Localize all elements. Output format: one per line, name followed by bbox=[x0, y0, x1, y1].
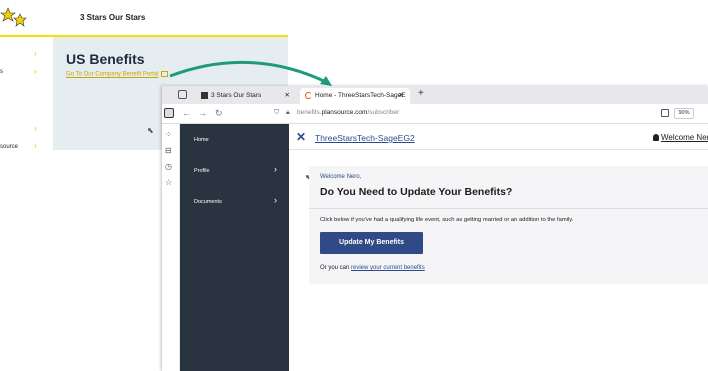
chevron-right-icon: › bbox=[34, 124, 37, 133]
browser-sidebar-strip: ⁘ ⊟ ◷ ☆ bbox=[162, 124, 180, 371]
reader-view-icon[interactable] bbox=[661, 109, 669, 117]
site-favicon-icon bbox=[201, 91, 208, 99]
close-icon[interactable]: ✕ bbox=[285, 88, 290, 104]
close-icon[interactable]: ✕ bbox=[399, 88, 404, 104]
nav-item-documents[interactable]: Documents bbox=[194, 199, 222, 205]
bookmarks-icon[interactable]: ⊟ bbox=[165, 146, 172, 155]
browser-window: 3 Stars Our Stars ✕ Home - ThreeStarsTec… bbox=[162, 86, 708, 371]
user-name: Welcome Nero bbox=[661, 133, 708, 142]
bg-site-title: 3 Stars Our Stars bbox=[80, 13, 146, 22]
url-prefix: benefits. bbox=[297, 109, 322, 116]
card-title: Do You Need to Update Your Benefits? bbox=[320, 186, 513, 198]
main-content: ✕ ThreeStarsTech-SageEG2 Welcome Nero ⬉ … bbox=[289, 124, 708, 371]
review-line: Or you can review your current benefits bbox=[320, 265, 425, 271]
tab-home-plansource[interactable]: Home - ThreeStarsTech-SageE ✕ bbox=[300, 88, 410, 104]
chevron-right-icon: › bbox=[34, 49, 37, 58]
tab-bar: 3 Stars Our Stars ✕ Home - ThreeStarsTec… bbox=[162, 86, 708, 104]
history-icon[interactable]: ◷ bbox=[165, 162, 172, 171]
tab-label: 3 Stars Our Stars bbox=[211, 92, 262, 99]
nav-item-home[interactable]: Home bbox=[194, 137, 209, 143]
close-icon[interactable]: ✕ bbox=[296, 130, 306, 144]
chevron-right-icon: › bbox=[34, 67, 37, 76]
welcome-text: Welcome Nero, bbox=[320, 174, 362, 180]
divider bbox=[309, 208, 708, 209]
loading-spinner-icon bbox=[305, 91, 312, 99]
update-benefits-card: Welcome Nero, Do You Need to Update Your… bbox=[309, 166, 708, 284]
url-path: /subscriber bbox=[367, 109, 400, 116]
star-icon[interactable]: ☆ bbox=[165, 178, 172, 187]
sidebar-toggle-icon[interactable] bbox=[164, 108, 174, 118]
zoom-level[interactable]: 90% bbox=[674, 108, 694, 119]
shield-icon[interactable]: ⛉ bbox=[274, 109, 279, 117]
card-description: Click below if you've had a qualifying l… bbox=[320, 217, 574, 223]
user-menu[interactable]: Welcome Nero bbox=[653, 133, 708, 142]
bg-sidebar: › s › › source › bbox=[0, 37, 53, 150]
bg-header: 3 Stars Our Stars bbox=[0, 0, 288, 37]
bg-sidebar-fragment: source bbox=[0, 144, 19, 150]
portal-link-label: Go To Our Company Benefit Portal bbox=[66, 71, 159, 78]
reload-icon[interactable]: ↻ bbox=[215, 108, 223, 119]
chevron-right-icon: › bbox=[34, 141, 37, 150]
tab-3-stars[interactable]: 3 Stars Our Stars ✕ bbox=[196, 88, 296, 104]
user-icon bbox=[653, 134, 659, 142]
benefit-portal-link[interactable]: Go To Our Company Benefit Portal bbox=[66, 71, 168, 78]
lock-icon[interactable]: 🔒︎ bbox=[286, 109, 290, 117]
company-link[interactable]: ThreeStarsTech-SageEG2 bbox=[315, 133, 415, 143]
nav-bar: ← → ↻ ⛉ 🔒︎ benefits.plansource.com/subsc… bbox=[162, 104, 708, 124]
stars-logo-icon bbox=[0, 7, 27, 27]
tab-label: Home - ThreeStarsTech-SageE bbox=[315, 92, 406, 99]
review-benefits-link[interactable]: review your current benefits bbox=[351, 265, 425, 271]
divider bbox=[289, 149, 708, 150]
back-arrow-icon[interactable]: ← bbox=[182, 108, 191, 118]
chevron-right-icon[interactable]: › bbox=[274, 195, 277, 205]
url-bar[interactable]: benefits.plansource.com/subscriber bbox=[297, 109, 399, 116]
extensions-icon[interactable]: ⁘ bbox=[165, 130, 172, 139]
chevron-right-icon[interactable]: › bbox=[274, 164, 277, 174]
new-tab-icon[interactable]: + bbox=[418, 88, 424, 99]
bg-sidebar-fragment: s bbox=[0, 69, 3, 75]
bg-heading: US Benefits bbox=[66, 51, 145, 67]
mouse-cursor-icon: ⬉ bbox=[147, 126, 154, 135]
forward-arrow-icon[interactable]: → bbox=[198, 108, 207, 118]
or-text: Or you can bbox=[320, 265, 352, 271]
url-domain: plansource.com bbox=[321, 109, 368, 116]
tab-overview-icon[interactable] bbox=[178, 90, 187, 99]
update-benefits-button[interactable]: Update My Benefits bbox=[320, 232, 423, 254]
nav-item-profile[interactable]: Profile bbox=[194, 168, 210, 174]
app-sidebar: Home Profile › Documents › bbox=[180, 124, 289, 371]
